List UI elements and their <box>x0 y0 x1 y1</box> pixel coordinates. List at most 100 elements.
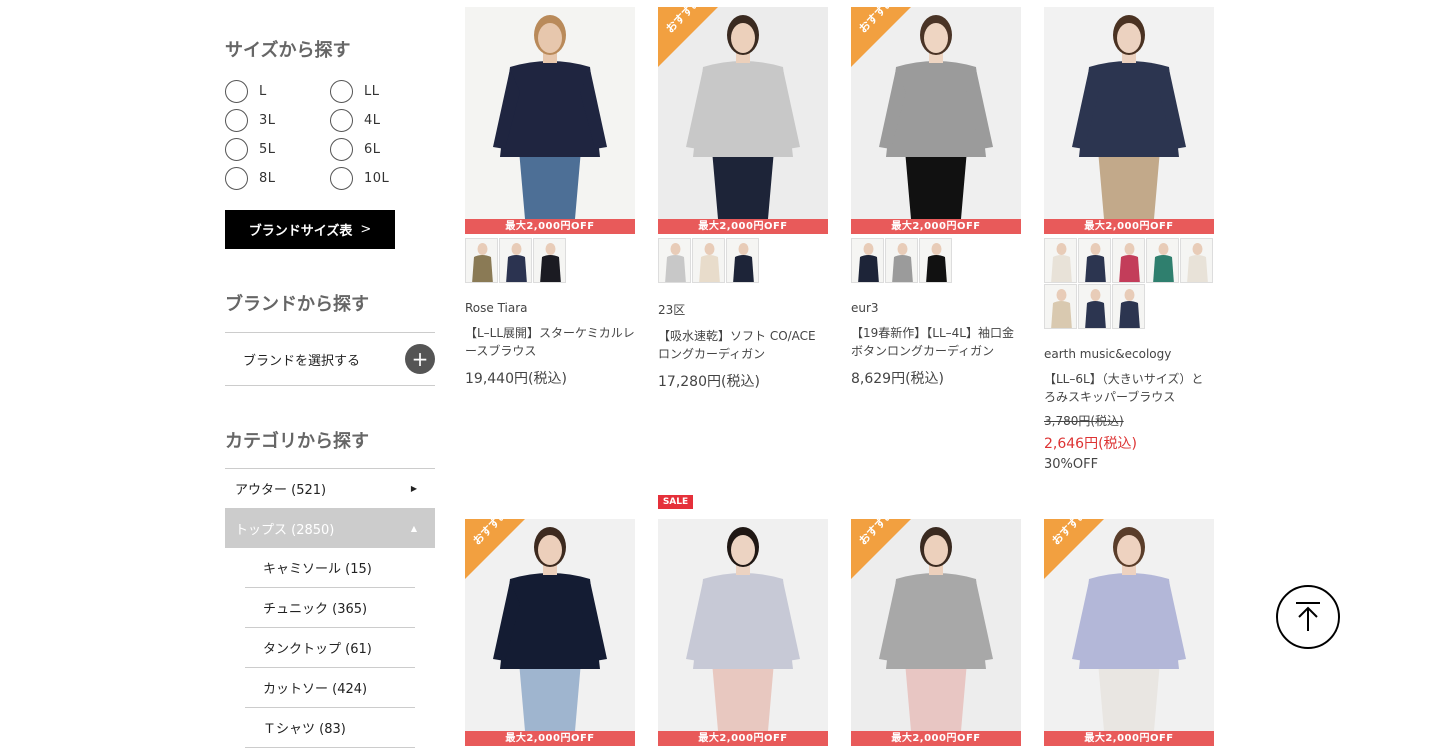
size-option-10l[interactable]: 10L <box>330 167 389 190</box>
plus-icon[interactable]: + <box>405 344 435 374</box>
discount-rate: 30%OFF <box>1044 457 1099 472</box>
original-price: 3,780円(税込) <box>1044 414 1124 428</box>
product-card[interactable]: おすすめ 最大2,000円OFF <box>851 519 1021 746</box>
chevron-right-icon: > <box>360 222 372 237</box>
size-option-4l[interactable]: 4L <box>330 109 381 132</box>
product-price: 17,280円(税込) <box>658 374 760 390</box>
model-photo <box>465 7 635 219</box>
color-thumbnail[interactable] <box>1044 238 1077 283</box>
sale-price: 2,646円(税込) <box>1044 436 1138 452</box>
product-image[interactable]: おすすめ 最大2,000円OFF <box>1044 519 1214 746</box>
product-image[interactable]: 最大2,000円OFF <box>1044 7 1214 234</box>
category-item-tops[interactable]: トップス (2850) ▲ <box>225 508 435 548</box>
color-thumbnail[interactable] <box>885 238 918 283</box>
product-name[interactable]: 【吸水速乾】ソフト CO/ACE ロングカーディガン <box>658 327 828 363</box>
product-image[interactable]: 最大2,000円OFF <box>465 7 635 234</box>
category-list: アウター (521) ▶ トップス (2850) ▲ キャミソール (15) チ… <box>225 468 435 748</box>
brand-select[interactable]: ブランドを選択する + <box>225 332 435 386</box>
discount-banner: 最大2,000円OFF <box>658 219 828 234</box>
product-price: 8,629円(税込) <box>851 371 945 387</box>
radio-ll[interactable] <box>330 80 353 103</box>
discount-banner: 最大2,000円OFF <box>851 731 1021 746</box>
product-image[interactable]: おすすめ 最大2,000円OFF <box>851 519 1021 746</box>
color-thumbnail[interactable] <box>851 238 884 283</box>
color-swatches <box>658 238 830 283</box>
brand-select-label: ブランドを選択する <box>243 353 361 369</box>
radio-6l[interactable] <box>330 138 353 161</box>
discount-banner: 最大2,000円OFF <box>465 731 635 746</box>
category-item-outer[interactable]: アウター (521) ▶ <box>225 468 435 508</box>
size-option-ll[interactable]: LL <box>330 80 380 103</box>
brand-size-chart-button[interactable]: ブランドサイズ表 > <box>225 210 395 249</box>
product-brand: Rose Tiara <box>465 301 528 315</box>
color-thumbnail[interactable] <box>533 238 566 283</box>
arrow-up-icon <box>1296 602 1320 631</box>
size-option-6l[interactable]: 6L <box>330 138 381 161</box>
color-thumbnail[interactable] <box>1180 238 1213 283</box>
radio-l[interactable] <box>225 80 248 103</box>
size-section-title: サイズから探す <box>225 40 351 61</box>
product-card[interactable]: おすすめ 最大2,000円OFF eur3 【19春新作】【LL–4L】袖口金ボタン… <box>851 7 1021 388</box>
discount-banner: 最大2,000円OFF <box>851 219 1021 234</box>
color-thumbnail[interactable] <box>692 238 725 283</box>
product-brand: eur3 <box>851 301 879 315</box>
product-name[interactable]: 【L–LL展開】スターケミカルレースブラウス <box>465 324 635 360</box>
size-option-5l[interactable]: 5L <box>225 138 276 161</box>
subcategory-item[interactable]: タンクトップ (61) <box>245 628 415 668</box>
size-option-8l[interactable]: 8L <box>225 167 276 190</box>
color-thumbnail[interactable] <box>1112 284 1145 329</box>
triangle-right-icon: ▶ <box>410 484 417 493</box>
product-price: 19,440円(税込) <box>465 371 567 387</box>
discount-banner: 最大2,000円OFF <box>1044 731 1214 746</box>
subcategory-item[interactable]: キャミソール (15) <box>245 548 415 588</box>
product-name[interactable]: 【LL–6L】（大きいサイズ）とろみスキッパーブラウス <box>1044 370 1214 406</box>
product-name[interactable]: 【19春新作】【LL–4L】袖口金ボタンロングカーディガン <box>851 324 1021 360</box>
color-thumbnail[interactable] <box>919 238 952 283</box>
color-thumbnail[interactable] <box>1146 238 1179 283</box>
color-thumbnail[interactable] <box>499 238 532 283</box>
radio-4l[interactable] <box>330 109 353 132</box>
discount-banner: 最大2,000円OFF <box>465 219 635 234</box>
product-card[interactable]: おすすめ 最大2,000円OFF 23区【吸水速乾】ソフト CO/ACE ロングカ… <box>658 7 828 391</box>
color-thumbnail[interactable] <box>726 238 759 283</box>
size-option-3l[interactable]: 3L <box>225 109 276 132</box>
color-thumbnail[interactable] <box>1078 238 1111 283</box>
product-image[interactable]: おすすめ 最大2,000円OFF <box>658 7 828 234</box>
radio-8l[interactable] <box>225 167 248 190</box>
product-image[interactable]: おすすめ 最大2,000円OFF <box>465 519 635 746</box>
product-card[interactable]: 最大2,000円OFF Rose Tiara 【L–LL展開】スターケミカルレース… <box>465 7 635 388</box>
discount-banner: 最大2,000円OFF <box>1044 219 1214 234</box>
color-thumbnail[interactable] <box>658 238 691 283</box>
color-swatches <box>851 238 1023 283</box>
subcategory-item[interactable]: Ｔシャツ (83) <box>245 708 415 748</box>
sale-badge: SALE <box>658 495 693 509</box>
product-image[interactable]: 最大2,000円OFF <box>658 519 828 746</box>
subcategory-item[interactable]: カットソー (424) <box>245 668 415 708</box>
subcategory-list: キャミソール (15) チュニック (365) タンクトップ (61) カットソ… <box>245 548 415 748</box>
color-swatches <box>465 238 637 283</box>
discount-banner: 最大2,000円OFF <box>658 731 828 746</box>
radio-10l[interactable] <box>330 167 353 190</box>
color-swatches <box>1044 238 1216 329</box>
product-brand: earth music&ecology <box>1044 347 1172 361</box>
color-thumbnail[interactable] <box>1078 284 1111 329</box>
product-card[interactable]: おすすめ 最大2,000円OFF <box>1044 519 1214 746</box>
subcategory-item[interactable]: チュニック (365) <box>245 588 415 628</box>
color-thumbnail[interactable] <box>1112 238 1145 283</box>
color-thumbnail[interactable] <box>1044 284 1077 329</box>
brand-section-title: ブランドから探す <box>225 294 369 315</box>
color-thumbnail[interactable] <box>465 238 498 283</box>
category-section-title: カテゴリから探す <box>225 431 369 452</box>
model-photo <box>1044 7 1214 219</box>
product-card[interactable]: おすすめ 最大2,000円OFF <box>465 519 635 746</box>
size-option-l[interactable]: L <box>225 80 267 103</box>
triangle-up-icon: ▲ <box>410 524 417 533</box>
product-card[interactable]: 最大2,000円OFF <box>1044 7 1214 472</box>
radio-5l[interactable] <box>225 138 248 161</box>
model-photo <box>658 519 828 731</box>
radio-3l[interactable] <box>225 109 248 132</box>
product-image[interactable]: おすすめ 最大2,000円OFF <box>851 7 1021 234</box>
product-brand: 23区 <box>658 303 686 317</box>
product-card[interactable]: 最大2,000円OFF <box>658 519 828 746</box>
back-to-top-button[interactable] <box>1276 585 1340 649</box>
